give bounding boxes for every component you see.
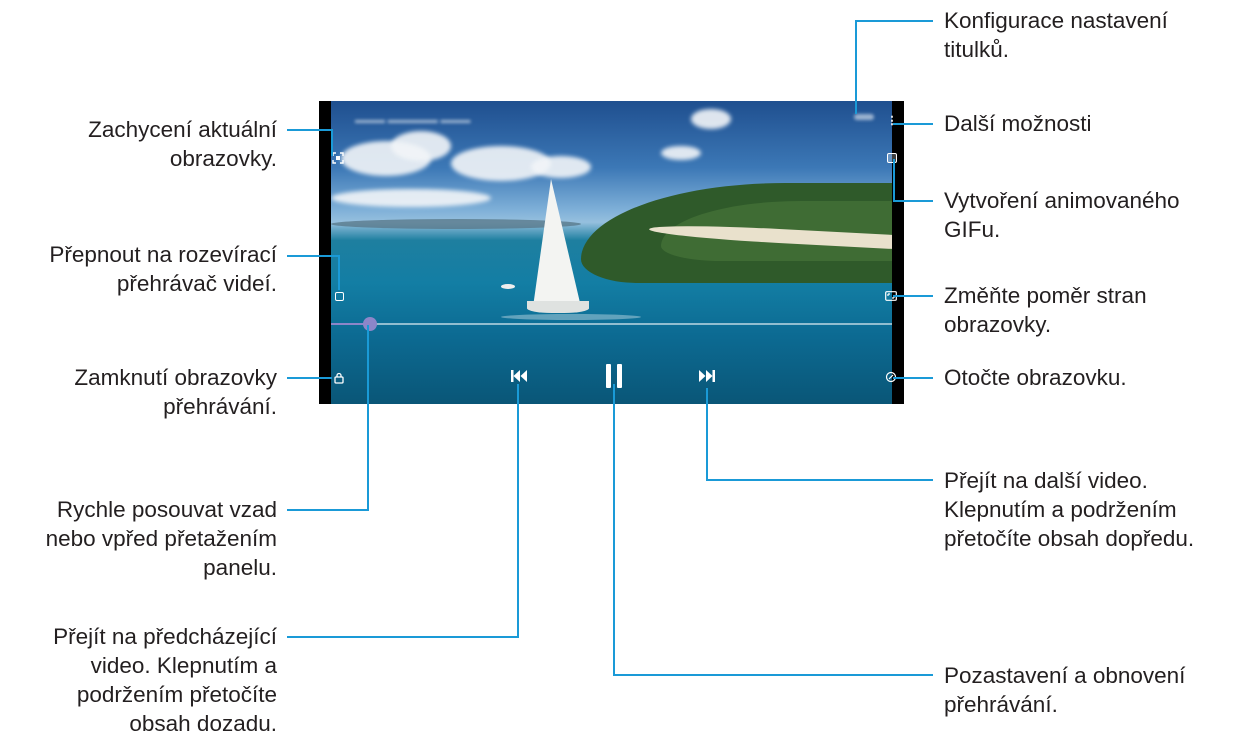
label-capture: Zachycení aktuální obrazovky. <box>88 117 277 171</box>
callout-line <box>338 255 340 290</box>
label-pause-resume: Pozastavení a obnovení přehrávání. <box>944 663 1186 717</box>
next-icon[interactable] <box>696 367 718 385</box>
label-subtitle-settings: Konfigurace nastavení titulků. <box>944 8 1168 62</box>
lock-icon[interactable] <box>332 371 346 385</box>
callout-line <box>287 636 519 638</box>
boat-wake <box>501 314 641 320</box>
callout-line <box>706 479 933 481</box>
callout-line <box>893 377 933 379</box>
video-frame[interactable]: ▬▬▬ ▬▬▬▬▬ ▬▬▬ <box>331 101 892 404</box>
callout-line <box>855 20 933 22</box>
popup-player-icon[interactable] <box>332 289 346 303</box>
subtitle-settings-blurred <box>854 114 874 120</box>
seek-bar[interactable] <box>331 317 892 331</box>
label-aspect-ratio: Změňte poměr stran obrazovky. <box>944 283 1147 337</box>
callout-line <box>517 384 519 637</box>
previous-icon[interactable] <box>508 367 530 385</box>
label-previous-video: Přejít na předcházející video. Klepnutím … <box>53 624 277 736</box>
label-create-gif: Vytvoření animovaného GIFu. <box>944 188 1180 242</box>
callout-line <box>287 509 369 511</box>
callout-line <box>287 129 332 131</box>
callout-line <box>706 388 708 480</box>
label-rotate: Otočte obrazovku. <box>944 365 1127 390</box>
dinghy <box>501 284 515 289</box>
label-seek: Rychle posouvat vzad nebo vpřed přetažení… <box>45 497 277 580</box>
callout-line <box>287 377 332 379</box>
video-title-blurred: ▬▬▬ ▬▬▬▬▬ ▬▬▬ <box>355 115 471 126</box>
callout-line <box>855 20 857 114</box>
label-next-video: Přejít na další video. Klepnutím a podrže… <box>944 468 1195 551</box>
annotated-video-player: ▬▬▬ ▬▬▬▬▬ ▬▬▬ ⋮ Konfigurace nastavení ti… <box>0 0 1244 744</box>
callout-line <box>893 295 933 297</box>
cloud <box>391 131 451 161</box>
capture-icon[interactable] <box>331 151 345 165</box>
sailboat-hull <box>527 301 589 313</box>
callout-line <box>893 159 895 201</box>
cloud <box>331 189 491 207</box>
cloud <box>691 109 731 129</box>
video-player-screen: ▬▬▬ ▬▬▬▬▬ ▬▬▬ ⋮ <box>319 101 904 404</box>
label-popup-player: Přepnout na rozevírací přehrávač videí. <box>49 242 277 296</box>
sailboat-sail <box>533 179 581 307</box>
callout-line <box>893 200 933 202</box>
callout-line <box>893 123 933 125</box>
cloud <box>531 156 591 178</box>
gif-icon[interactable] <box>885 151 899 165</box>
label-more-options: Další možnosti <box>944 111 1092 136</box>
callout-line <box>367 325 369 510</box>
cloud <box>661 146 701 160</box>
callout-line <box>613 674 933 676</box>
label-lock: Zamknutí obrazovky přehrávání. <box>74 365 277 419</box>
callout-line <box>613 384 615 675</box>
callout-line <box>331 129 333 156</box>
callout-line <box>287 255 339 257</box>
